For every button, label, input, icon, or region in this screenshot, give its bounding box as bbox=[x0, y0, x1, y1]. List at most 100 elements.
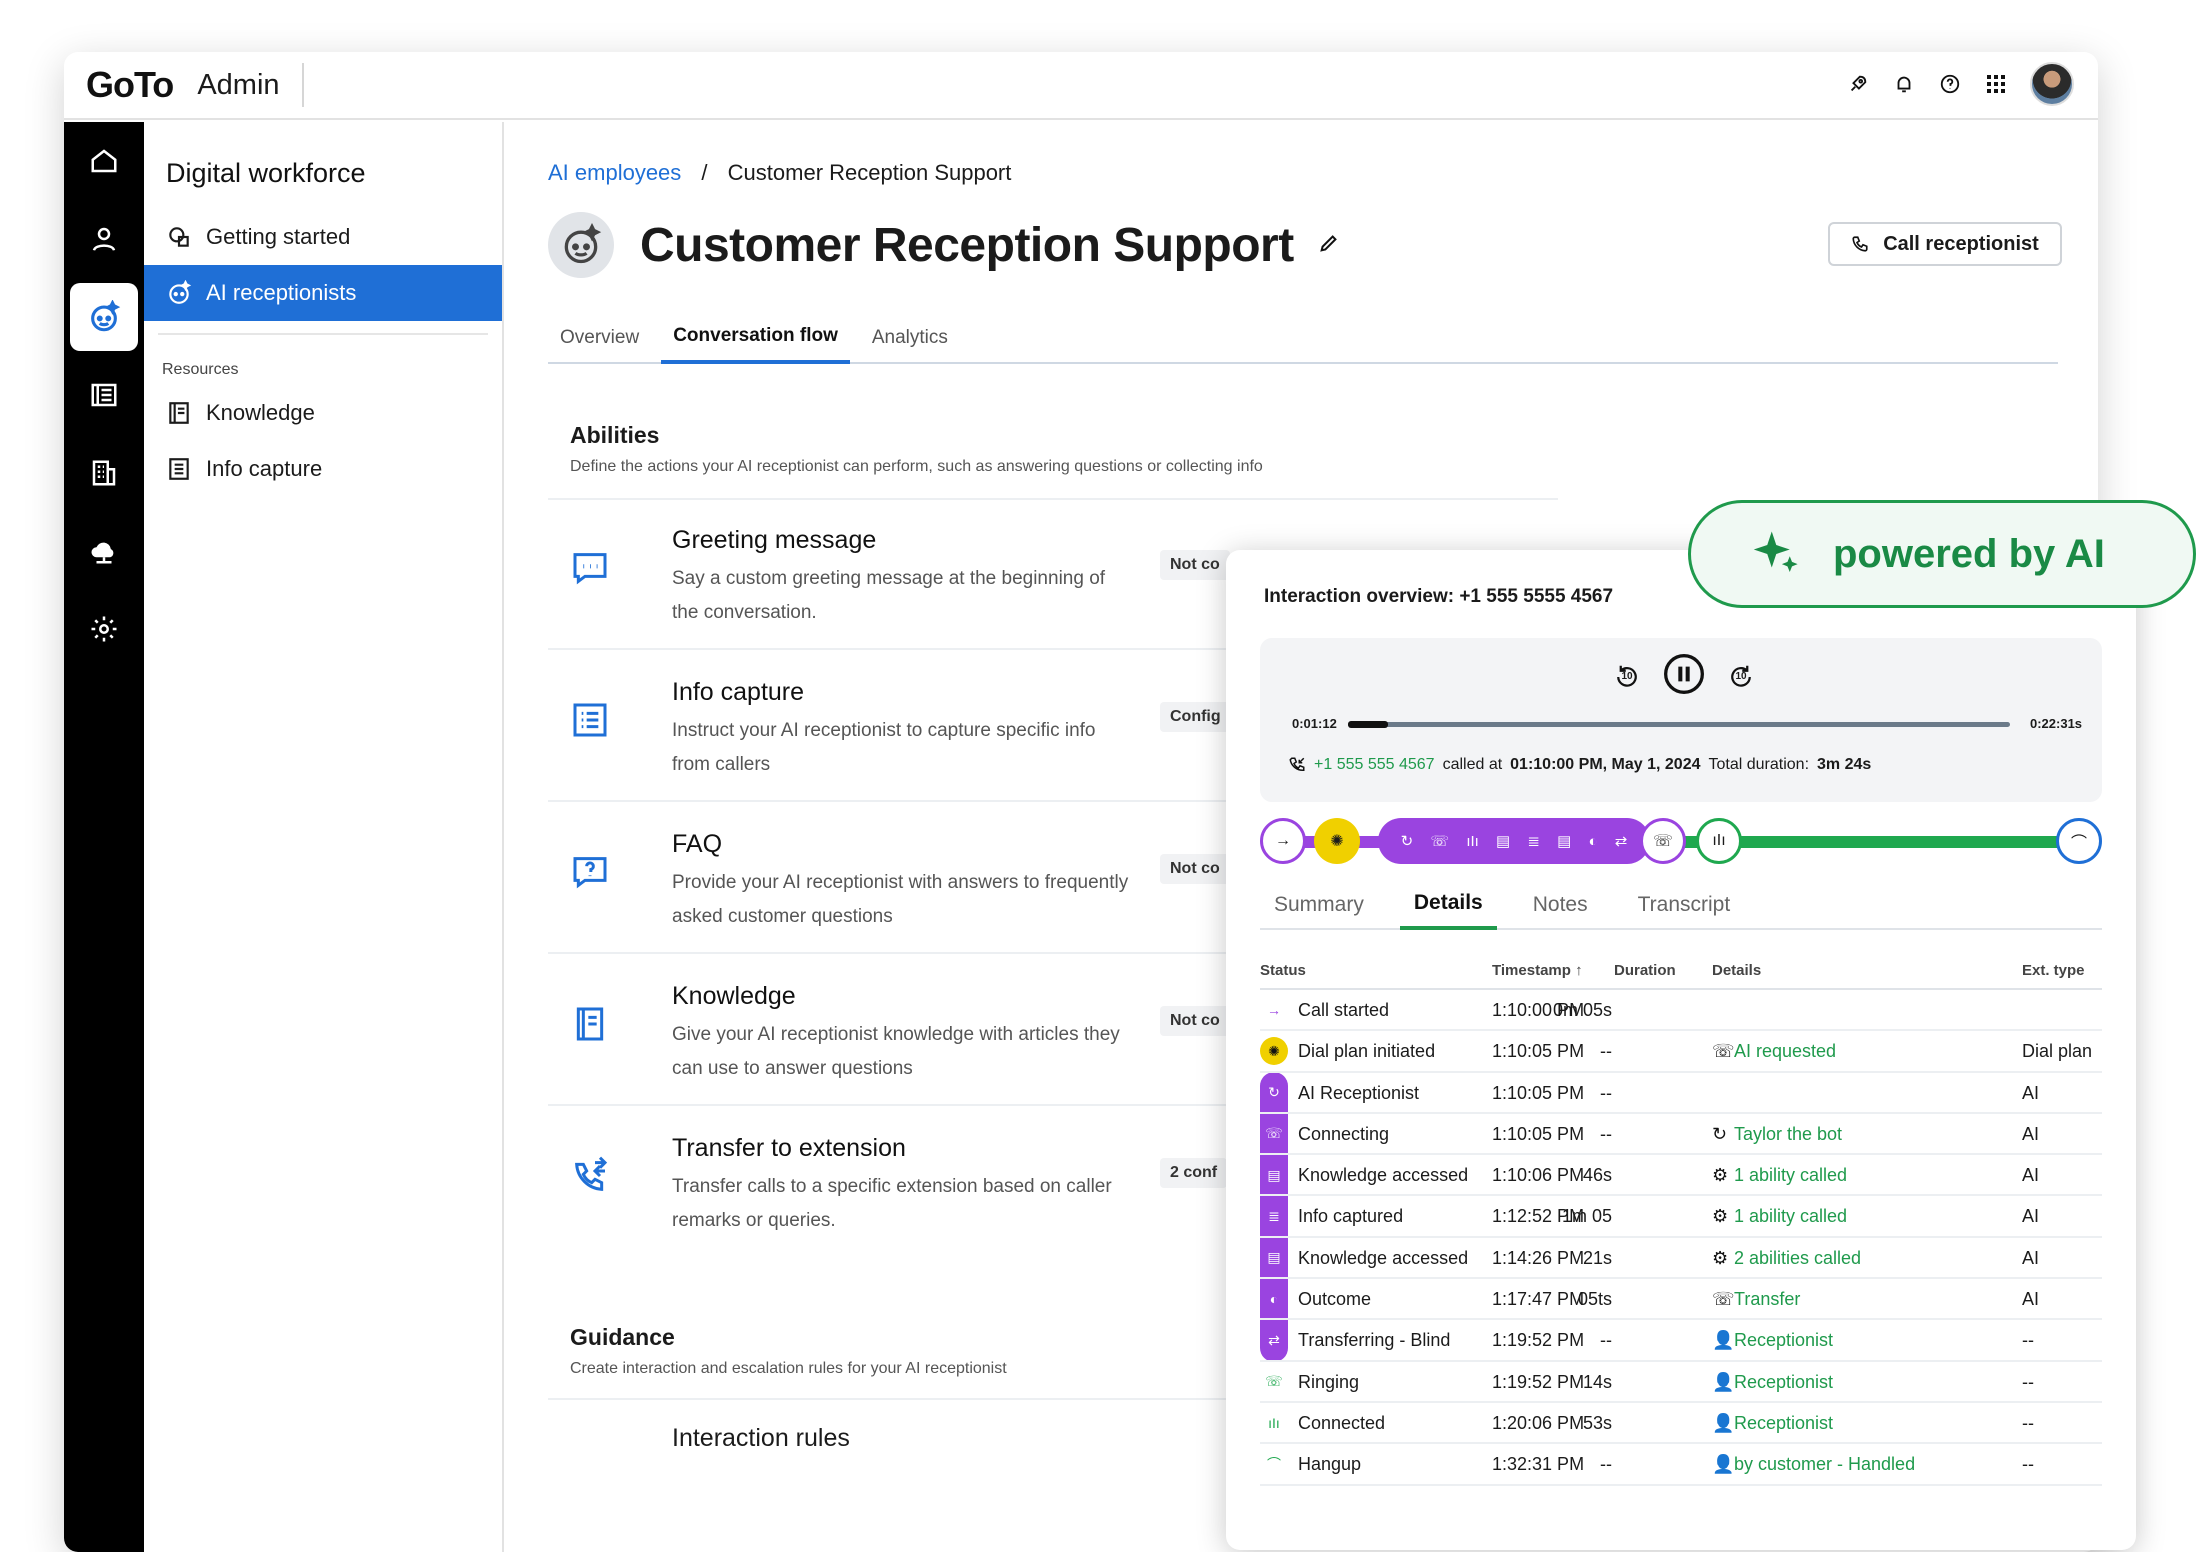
tab-conversation-flow[interactable]: Conversation flow bbox=[661, 312, 850, 364]
dial-plan-icon[interactable]: ✺ bbox=[1314, 818, 1360, 864]
table-row[interactable]: ⌒ Hangup 1:32:31 PM -- 👤 by customer - Handle… bbox=[1260, 1444, 2102, 1486]
detail-link[interactable]: 2 abilities called bbox=[1734, 1248, 1861, 1269]
ability-name: Knowledge bbox=[672, 982, 796, 1010]
ringing-icon[interactable]: ☏ bbox=[1640, 818, 1686, 864]
detail-link[interactable]: AI requested bbox=[1734, 1041, 1836, 1062]
detail-icon: 👤 bbox=[1712, 1412, 1735, 1433]
building-icon[interactable] bbox=[64, 434, 144, 512]
column-ext-type[interactable]: Ext. type bbox=[2022, 962, 2085, 979]
details-table: → Call started 1:10:00 PM 0m 05s ✺ Dial plan … bbox=[1260, 990, 2102, 1486]
duration: -- bbox=[1600, 1123, 1612, 1144]
breadcrumb-link-ai-employees[interactable]: AI employees bbox=[548, 160, 681, 185]
detail-link[interactable]: Transfer bbox=[1734, 1289, 1800, 1310]
sidebar-item-info-capture[interactable]: Info capture bbox=[144, 441, 502, 497]
tab-analytics[interactable]: Analytics bbox=[860, 312, 960, 364]
tab-transcript[interactable]: Transcript bbox=[1624, 880, 1745, 930]
column-duration[interactable]: Duration bbox=[1614, 962, 1676, 979]
guidance-heading: Guidance bbox=[570, 1324, 675, 1350]
ai-segment[interactable]: ↻ ☏ ıIı ▤ ≣ ▤ ◐ ⇄ bbox=[1378, 818, 1650, 864]
bell-icon[interactable] bbox=[1892, 72, 1916, 96]
detail-icon: ☏ bbox=[1712, 1289, 1735, 1310]
goto-logo[interactable]: GoTo bbox=[86, 64, 174, 106]
caller-number[interactable]: +1 555 555 4567 bbox=[1314, 756, 1435, 774]
sidebar-item-knowledge[interactable]: Knowledge bbox=[144, 385, 502, 441]
getting-started-icon bbox=[169, 227, 189, 247]
more-options-icon[interactable]: ⋮ bbox=[2094, 232, 2098, 261]
detail-icon: 👤 bbox=[1712, 1330, 1735, 1351]
call-receptionist-button[interactable]: Call receptionist bbox=[1828, 222, 2062, 266]
pause-icon[interactable] bbox=[1662, 652, 1706, 701]
status-text: Knowledge accessed bbox=[1298, 1247, 1469, 1268]
detail-link[interactable]: Receptionist bbox=[1734, 1330, 1833, 1351]
edit-pencil-icon[interactable] bbox=[1318, 232, 1340, 259]
tab-summary[interactable]: Summary bbox=[1260, 880, 1378, 930]
sidebar-item-ai-receptionists[interactable]: AI receptionists bbox=[144, 265, 502, 321]
tab-overview[interactable]: Overview bbox=[548, 312, 651, 364]
duration: 05ts bbox=[1577, 1289, 1612, 1310]
tab-notes[interactable]: Notes bbox=[1519, 880, 1602, 930]
table-row[interactable]: ▤ Knowledge accessed 1:14:26 PM 21s ⚙ 2 abili… bbox=[1260, 1238, 2102, 1280]
table-row[interactable]: ☏ Ringing 1:19:52 PM 14s 👤 Receptionist -- bbox=[1260, 1362, 2102, 1403]
ability-description: Say a custom greeting message at the beg… bbox=[672, 568, 1106, 623]
table-row[interactable]: → Call started 1:10:00 PM 0m 05s bbox=[1260, 990, 2102, 1032]
ai-bot-icon[interactable] bbox=[64, 278, 144, 356]
table-row[interactable]: ≣ Info captured 1:12:52 PM 1m 05 ⚙ 1 ability … bbox=[1260, 1196, 2102, 1238]
status-text: Hangup bbox=[1298, 1454, 1362, 1475]
table-row[interactable]: ◐ Outcome 1:17:47 PM 05ts ☏ Transfer AI bbox=[1260, 1279, 2102, 1321]
detail-link[interactable]: Receptionist bbox=[1734, 1413, 1833, 1434]
table-row[interactable]: ☏ Connecting 1:10:05 PM -- ↻ Taylor the bot AI bbox=[1260, 1114, 2102, 1156]
status-icon: ⌒ bbox=[1260, 1450, 1288, 1479]
user-avatar[interactable] bbox=[2030, 62, 2074, 106]
sidebar-item-getting-started[interactable]: Getting started bbox=[144, 209, 502, 265]
hangup-icon[interactable]: ⌒ bbox=[2056, 818, 2102, 864]
duration: 0m 05s bbox=[1552, 1000, 1612, 1020]
duration: 14s bbox=[1582, 1371, 1612, 1392]
forward-10-icon[interactable]: 10 bbox=[1726, 662, 1756, 692]
status-icon: ◐ bbox=[1269, 1291, 1279, 1308]
table-row[interactable]: ✺ Dial plan initiated 1:10:05 PM -- ☏ AI requ… bbox=[1260, 1031, 2102, 1073]
table-row[interactable]: ıIı Connected 1:20:06 PM 53s 👤 Receptionist -- bbox=[1260, 1403, 2102, 1445]
timestamp: 1:10:05 PM bbox=[1492, 1082, 1585, 1103]
apps-grid-icon[interactable] bbox=[1984, 72, 2008, 96]
table-row[interactable]: ↻ AI Receptionist 1:10:05 PM -- AI bbox=[1260, 1073, 2102, 1114]
tab-details[interactable]: Details bbox=[1399, 880, 1497, 930]
column-status[interactable]: Status bbox=[1260, 962, 1306, 979]
progress-track[interactable] bbox=[1348, 721, 2010, 728]
called-at-time: 01:10:00 PM, May 1, 2024 bbox=[1510, 756, 1701, 773]
column-timestamp[interactable]: Timestamp ↑ bbox=[1492, 962, 1583, 979]
status-text: Dial plan initiated bbox=[1298, 1041, 1436, 1062]
timestamp: 1:19:52 PM bbox=[1492, 1371, 1585, 1392]
detail-icon: ↻ bbox=[1712, 1123, 1728, 1144]
help-icon[interactable] bbox=[1938, 72, 1962, 96]
audio-player: 10 10 0:01:12 0:22:31s +1 555 555 4567 c… bbox=[1260, 638, 2102, 802]
interaction-rules-name[interactable]: Interaction rules bbox=[672, 1424, 850, 1453]
table-row[interactable]: ▤ Knowledge accessed 1:10:06 PM 46s ⚙ 1 abili… bbox=[1260, 1155, 2102, 1197]
status-icon: ✺ bbox=[1260, 1037, 1288, 1066]
call-start-icon[interactable]: → bbox=[1260, 818, 1306, 864]
rewind-10-icon[interactable]: 10 bbox=[1612, 662, 1642, 692]
column-details[interactable]: Details bbox=[1712, 962, 1761, 979]
ext-type: AI bbox=[2022, 1247, 2040, 1268]
detail-link[interactable]: Taylor the bot bbox=[1734, 1124, 1842, 1145]
settings-icon[interactable] bbox=[64, 590, 144, 668]
status-icon: ▤ bbox=[1267, 1249, 1281, 1266]
timestamp: 1:17:47 PM bbox=[1492, 1289, 1585, 1310]
status-text: Connected bbox=[1298, 1412, 1386, 1433]
directory-icon[interactable] bbox=[64, 356, 144, 434]
home-icon[interactable] bbox=[64, 122, 144, 200]
breadcrumb: AI employees / Customer Reception Suppor… bbox=[548, 160, 1011, 186]
table-row[interactable]: ⇄ Transferring - Blind 1:19:52 PM -- 👤 Recept… bbox=[1260, 1320, 2102, 1362]
panel-title: Interaction overview: +1 555 5555 4567 bbox=[1264, 586, 1614, 607]
detail-link[interactable]: Receptionist bbox=[1734, 1372, 1833, 1393]
detail-link[interactable]: by customer - Handled bbox=[1734, 1454, 1915, 1475]
connected-icon[interactable]: ıIı bbox=[1696, 818, 1742, 864]
cloud-icon[interactable] bbox=[64, 512, 144, 590]
detail-link[interactable]: 1 ability called bbox=[1734, 1206, 1847, 1227]
sidebar: Digital workforce Getting started AI rec… bbox=[144, 122, 504, 1552]
tab-bar: Overview Conversation flow Analytics bbox=[548, 312, 2058, 364]
detail-link[interactable]: 1 ability called bbox=[1734, 1165, 1847, 1186]
rocket-icon[interactable] bbox=[1846, 72, 1870, 96]
badge-label: powered by AI bbox=[1833, 531, 2105, 576]
person-icon[interactable] bbox=[64, 200, 144, 278]
status-badge: Not co bbox=[1160, 550, 1230, 580]
